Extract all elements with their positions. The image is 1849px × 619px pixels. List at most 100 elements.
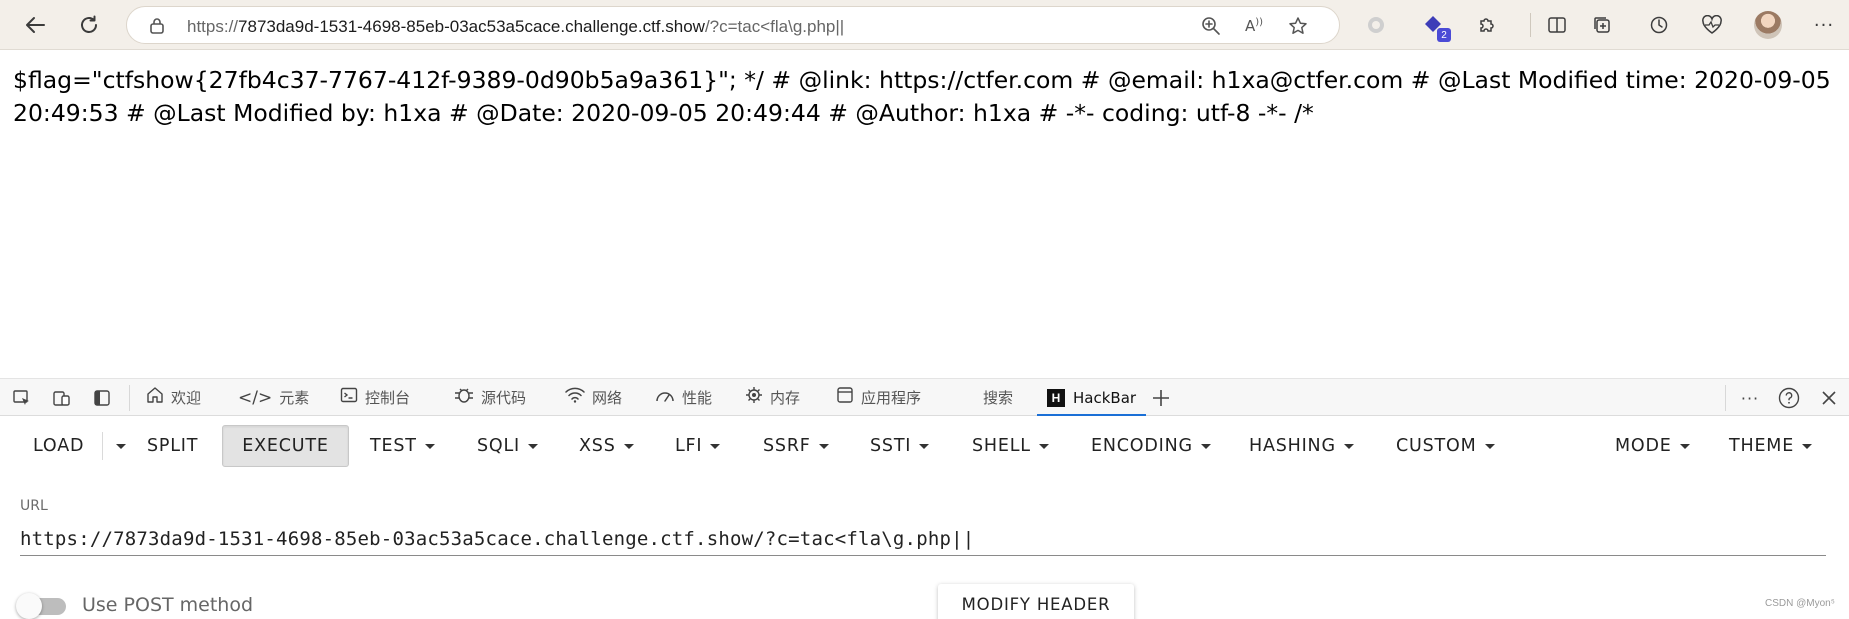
chevron-down-icon xyxy=(623,443,634,449)
encoding-menu[interactable]: ENCODING xyxy=(1091,425,1211,467)
url-input[interactable] xyxy=(20,522,1826,556)
encoding-menu-label: ENCODING xyxy=(1091,436,1193,456)
code-icon: </> xyxy=(238,387,273,408)
hackbar-menu: LOAD SPLIT EXECUTE TEST SQLI XSS LFI SSR… xyxy=(0,416,1849,478)
home-icon xyxy=(146,386,164,409)
gauge-icon xyxy=(655,387,675,408)
test-menu[interactable]: TEST xyxy=(370,425,435,467)
split-button[interactable]: SPLIT xyxy=(147,425,198,467)
hashing-menu-label: HASHING xyxy=(1249,436,1336,456)
custom-menu-label: CUSTOM xyxy=(1396,436,1477,456)
shell-menu[interactable]: SHELL xyxy=(972,425,1049,467)
memory-icon xyxy=(745,386,763,409)
extension-diamond-icon[interactable]: 2 xyxy=(1419,11,1451,42)
tab-sources[interactable]: 源代码 xyxy=(454,379,526,416)
tab-sources-label: 源代码 xyxy=(481,389,527,407)
ssrf-menu-label: SSRF xyxy=(763,436,811,456)
dock-sidebar-icon[interactable] xyxy=(91,387,113,409)
refresh-icon[interactable] xyxy=(73,9,105,41)
zoom-icon[interactable] xyxy=(1200,15,1222,37)
hackbar-logo-icon: H xyxy=(1047,388,1065,407)
lfi-menu[interactable]: LFI xyxy=(675,425,721,467)
device-emulation-icon[interactable] xyxy=(51,387,73,409)
load-button[interactable]: LOAD xyxy=(33,425,84,467)
custom-menu[interactable]: CUSTOM xyxy=(1396,425,1495,467)
performance-heart-icon[interactable] xyxy=(1698,11,1726,39)
sqli-menu-label: SQLI xyxy=(477,436,520,456)
tab-network-label: 网络 xyxy=(592,389,623,407)
chevron-down-icon xyxy=(116,443,126,449)
tab-performance[interactable]: 性能 xyxy=(655,379,712,416)
chevron-down-icon xyxy=(1484,443,1495,449)
favorite-star-icon[interactable] xyxy=(1287,15,1309,37)
history-icon[interactable] xyxy=(1645,11,1673,39)
url-scheme: https:// xyxy=(187,17,239,36)
ssti-menu[interactable]: SSTI xyxy=(870,425,930,467)
address-url[interactable]: https://7873da9d-1531-4698-85eb-03ac53a5… xyxy=(187,17,844,37)
tab-search[interactable]: 搜索 xyxy=(983,379,1013,416)
extension-badge: 2 xyxy=(1437,28,1451,42)
collections-icon[interactable] xyxy=(1588,11,1616,39)
wifi-icon xyxy=(565,387,585,408)
modify-header-button[interactable]: MODIFY HEADER xyxy=(938,584,1134,619)
hashing-menu[interactable]: HASHING xyxy=(1249,425,1354,467)
lock-icon[interactable] xyxy=(150,17,164,34)
extension-circle-icon[interactable] xyxy=(1362,11,1390,39)
lfi-menu-label: LFI xyxy=(675,436,703,456)
tab-welcome[interactable]: 欢迎 xyxy=(146,379,201,416)
profile-avatar[interactable] xyxy=(1754,11,1782,39)
mode-menu[interactable]: MODE xyxy=(1615,425,1690,467)
chevron-down-icon xyxy=(528,443,538,449)
load-divider xyxy=(102,432,103,460)
help-icon[interactable] xyxy=(1778,387,1800,409)
theme-menu-label: THEME xyxy=(1729,436,1795,456)
close-devtools-icon[interactable] xyxy=(1818,387,1840,409)
tab-hackbar[interactable]: H HackBar xyxy=(1036,379,1147,417)
back-icon[interactable] xyxy=(19,9,51,41)
devtools-divider-right xyxy=(1725,385,1726,411)
application-icon xyxy=(836,386,854,409)
chevron-down-icon xyxy=(1802,443,1813,449)
xss-menu[interactable]: XSS xyxy=(579,425,634,467)
tab-console-label: 控制台 xyxy=(365,389,411,407)
tab-memory[interactable]: 内存 xyxy=(745,379,800,416)
tab-network[interactable]: 网络 xyxy=(565,379,622,416)
more-options-icon[interactable]: ··· xyxy=(1810,11,1838,39)
tab-console[interactable]: 控制台 xyxy=(340,379,410,416)
chevron-down-icon xyxy=(424,443,435,449)
tab-application[interactable]: 应用程序 xyxy=(836,379,921,416)
split-screen-icon[interactable] xyxy=(1543,11,1571,39)
tab-elements[interactable]: </> 元素 xyxy=(238,379,309,416)
shell-menu-label: SHELL xyxy=(972,436,1031,456)
chevron-down-icon xyxy=(818,443,829,449)
chevron-down-icon xyxy=(1679,443,1690,449)
chevron-down-icon xyxy=(919,443,930,449)
url-host: 7873da9d-1531-4698-85eb-03ac53a5cace.cha… xyxy=(238,17,705,36)
add-tab-icon[interactable] xyxy=(1150,387,1172,409)
bug-icon xyxy=(454,386,474,409)
load-dropdown-button[interactable] xyxy=(108,425,126,467)
sqli-menu[interactable]: SQLI xyxy=(477,425,538,467)
tab-search-label: 搜索 xyxy=(983,389,1014,407)
url-field-label: URL xyxy=(20,498,48,514)
tab-elements-label: 元素 xyxy=(279,389,310,407)
tab-hackbar-label: HackBar xyxy=(1073,388,1137,407)
read-aloud-icon[interactable]: A)) xyxy=(1243,15,1265,37)
tab-performance-label: 性能 xyxy=(682,389,713,407)
post-method-label: Use POST method xyxy=(82,594,254,616)
devtools-tab-bar: 欢迎 </>元素 控制台 源代码 网络 性能 内存 应用程序 搜索 HHac xyxy=(0,378,1849,417)
execute-button[interactable]: EXECUTE xyxy=(222,425,349,467)
tab-memory-label: 内存 xyxy=(770,389,801,407)
devtools-more-icon[interactable]: ··· xyxy=(1739,387,1761,409)
post-method-toggle-knob[interactable] xyxy=(16,593,42,619)
console-icon xyxy=(340,386,358,409)
mode-menu-label: MODE xyxy=(1615,436,1672,456)
extensions-puzzle-icon[interactable] xyxy=(1473,11,1501,39)
watermark: CSDN @Myon⁵ xyxy=(1765,598,1835,609)
inspect-element-icon[interactable] xyxy=(11,387,33,409)
address-bar[interactable]: https://7873da9d-1531-4698-85eb-03ac53a5… xyxy=(126,6,1340,44)
ssrf-menu[interactable]: SSRF xyxy=(763,425,829,467)
xss-menu-label: XSS xyxy=(579,436,616,456)
theme-menu[interactable]: THEME xyxy=(1729,425,1813,467)
ssti-menu-label: SSTI xyxy=(870,436,912,456)
